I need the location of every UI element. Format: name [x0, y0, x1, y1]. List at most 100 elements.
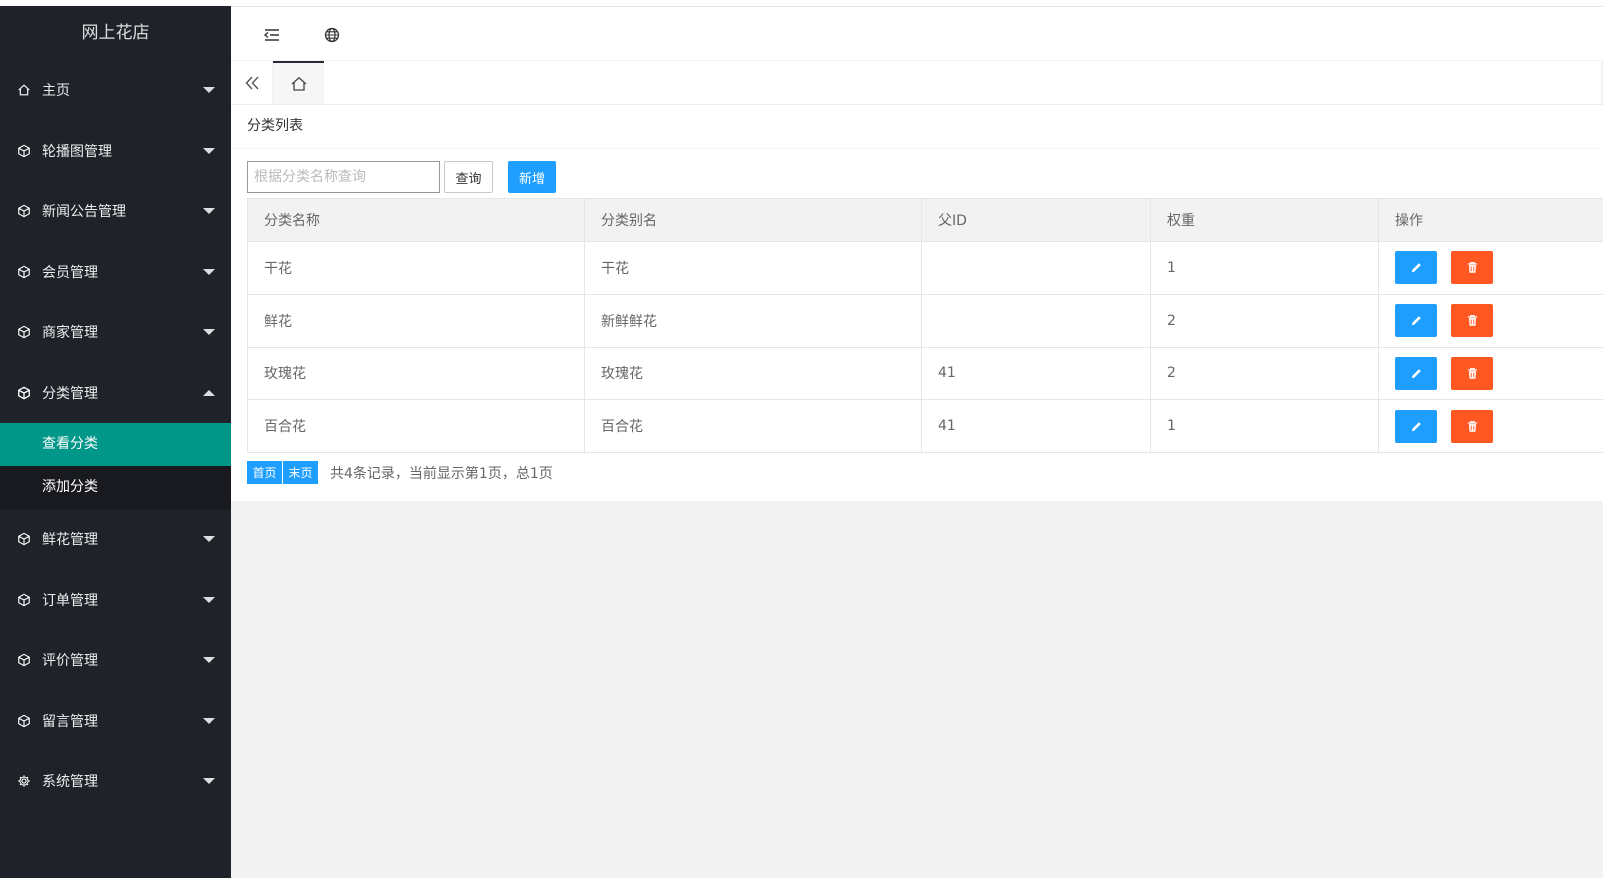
cube-icon	[16, 385, 32, 401]
chevron-down-icon	[203, 657, 215, 664]
cell-name: 玫瑰花	[247, 346, 585, 401]
cell-alias: 玫瑰花	[584, 346, 922, 401]
sidebar-subitem-add-category[interactable]: 添加分类	[0, 466, 231, 509]
table-row: 百合花 百合花 41 1	[247, 399, 1603, 453]
sidebar-item-orders[interactable]: 订单管理	[0, 570, 231, 631]
add-button[interactable]: 新增	[508, 161, 556, 193]
sidebar-item-label: 系统管理	[42, 774, 98, 791]
chevron-down-icon	[203, 329, 215, 336]
top-header	[231, 6, 1603, 61]
card-title: 分类列表	[231, 105, 1603, 149]
category-list-card: 分类列表 查询 新增 分类名称 分类别名 父ID 权重 操作 干花 干花 1	[231, 105, 1603, 501]
column-header-alias: 分类别名	[584, 198, 922, 242]
sidebar-item-carousel[interactable]: 轮播图管理	[0, 121, 231, 182]
chevron-up-icon	[203, 389, 215, 396]
trash-icon	[1466, 420, 1479, 433]
sidebar-item-members[interactable]: 会员管理	[0, 242, 231, 303]
sidebar-item-system[interactable]: 系统管理	[0, 751, 231, 812]
sidebar-item-label: 评价管理	[42, 653, 98, 670]
cell-weight: 1	[1150, 399, 1379, 453]
tab-bar	[231, 61, 1603, 105]
delete-button[interactable]	[1451, 304, 1493, 338]
cell-weight: 2	[1150, 346, 1379, 401]
app-logo-title: 网上花店	[81, 23, 150, 43]
pagination-info: 共4条记录，当前显示第1页，总1页	[330, 465, 553, 482]
sidebar-item-label: 新闻公告管理	[42, 204, 126, 221]
edit-button[interactable]	[1395, 251, 1437, 285]
table-row: 玫瑰花 玫瑰花 41 2	[247, 346, 1603, 401]
chevron-down-icon	[203, 147, 215, 154]
cube-icon	[16, 203, 32, 219]
cell-parent-id	[921, 241, 1151, 295]
search-toolbar: 查询 新增	[247, 160, 556, 194]
cell-name: 鲜花	[247, 293, 585, 348]
chevron-down-icon	[203, 536, 215, 543]
column-header-weight: 权重	[1150, 198, 1379, 242]
query-button[interactable]: 查询	[444, 161, 493, 193]
column-header-actions: 操作	[1378, 198, 1603, 242]
cell-actions	[1378, 346, 1603, 401]
cell-parent-id	[921, 293, 1151, 348]
sidebar-subitem-view-categories[interactable]: 查看分类	[0, 423, 231, 466]
column-header-name: 分类名称	[247, 198, 585, 242]
globe-icon	[323, 26, 341, 44]
cell-alias: 干花	[584, 241, 922, 295]
cube-icon	[16, 531, 32, 547]
chevron-down-icon	[203, 717, 215, 724]
tab-home[interactable]	[273, 61, 324, 104]
cube-icon	[16, 264, 32, 280]
cell-weight: 1	[1150, 241, 1379, 295]
sidebar-item-flowers[interactable]: 鲜花管理	[0, 509, 231, 570]
cube-icon	[16, 143, 32, 159]
delete-button[interactable]	[1451, 409, 1493, 443]
pencil-icon	[1410, 261, 1423, 274]
sidebar-item-label: 商家管理	[42, 325, 98, 342]
menu-toggle-button[interactable]	[252, 7, 292, 62]
double-chevron-left-icon	[243, 74, 261, 92]
category-table: 分类名称 分类别名 父ID 权重 操作 干花 干花 1 鲜花 新鲜鲜花 2 玫瑰…	[247, 198, 1603, 453]
delete-button[interactable]	[1451, 251, 1493, 285]
sidebar-item-news[interactable]: 新闻公告管理	[0, 181, 231, 242]
first-page-button[interactable]: 首页	[247, 461, 283, 484]
search-input[interactable]	[247, 161, 440, 193]
cell-actions	[1378, 293, 1603, 348]
pagination: 首页 末页 共4条记录，当前显示第1页，总1页	[247, 461, 553, 484]
last-page-button[interactable]: 末页	[283, 461, 319, 484]
cube-icon	[16, 592, 32, 608]
column-header-parent-id: 父ID	[921, 198, 1151, 242]
chevron-down-icon	[203, 268, 215, 275]
cell-alias: 新鲜鲜花	[584, 293, 922, 348]
sidebar-item-label: 主页	[42, 83, 70, 100]
cell-alias: 百合花	[584, 399, 922, 453]
sidebar-item-label: 会员管理	[42, 264, 98, 281]
edit-button[interactable]	[1395, 304, 1437, 338]
chevron-down-icon	[203, 87, 215, 94]
sidebar-item-reviews[interactable]: 评价管理	[0, 630, 231, 691]
sidebar-item-label: 分类管理	[42, 385, 98, 402]
pencil-icon	[1410, 314, 1423, 327]
sidebar-item-home[interactable]: 主页	[0, 60, 231, 121]
edit-button[interactable]	[1395, 409, 1437, 443]
sidebar-item-label: 留言管理	[42, 713, 98, 730]
pencil-icon	[1410, 420, 1423, 433]
sidebar-item-categories[interactable]: 分类管理	[0, 363, 231, 424]
chevron-down-icon	[203, 778, 215, 785]
sidebar-item-merchants[interactable]: 商家管理	[0, 302, 231, 363]
table-header-row: 分类名称 分类别名 父ID 权重 操作	[247, 198, 1603, 242]
tab-scroll-left-button[interactable]	[231, 61, 273, 104]
cube-icon	[16, 652, 32, 668]
table-row: 鲜花 新鲜鲜花 2	[247, 293, 1603, 348]
sidebar-item-messages[interactable]: 留言管理	[0, 691, 231, 752]
website-button[interactable]	[312, 7, 352, 62]
cell-parent-id: 41	[921, 346, 1151, 401]
chevron-down-icon	[203, 596, 215, 603]
sidebar-submenu: 查看分类 添加分类	[0, 423, 231, 509]
trash-icon	[1466, 261, 1479, 274]
sidebar-item-label: 轮播图管理	[42, 143, 112, 160]
delete-button[interactable]	[1451, 356, 1493, 390]
cell-name: 百合花	[247, 399, 585, 453]
trash-icon	[1466, 314, 1479, 327]
trash-icon	[1466, 367, 1479, 380]
indent-icon	[263, 26, 281, 44]
edit-button[interactable]	[1395, 356, 1437, 390]
